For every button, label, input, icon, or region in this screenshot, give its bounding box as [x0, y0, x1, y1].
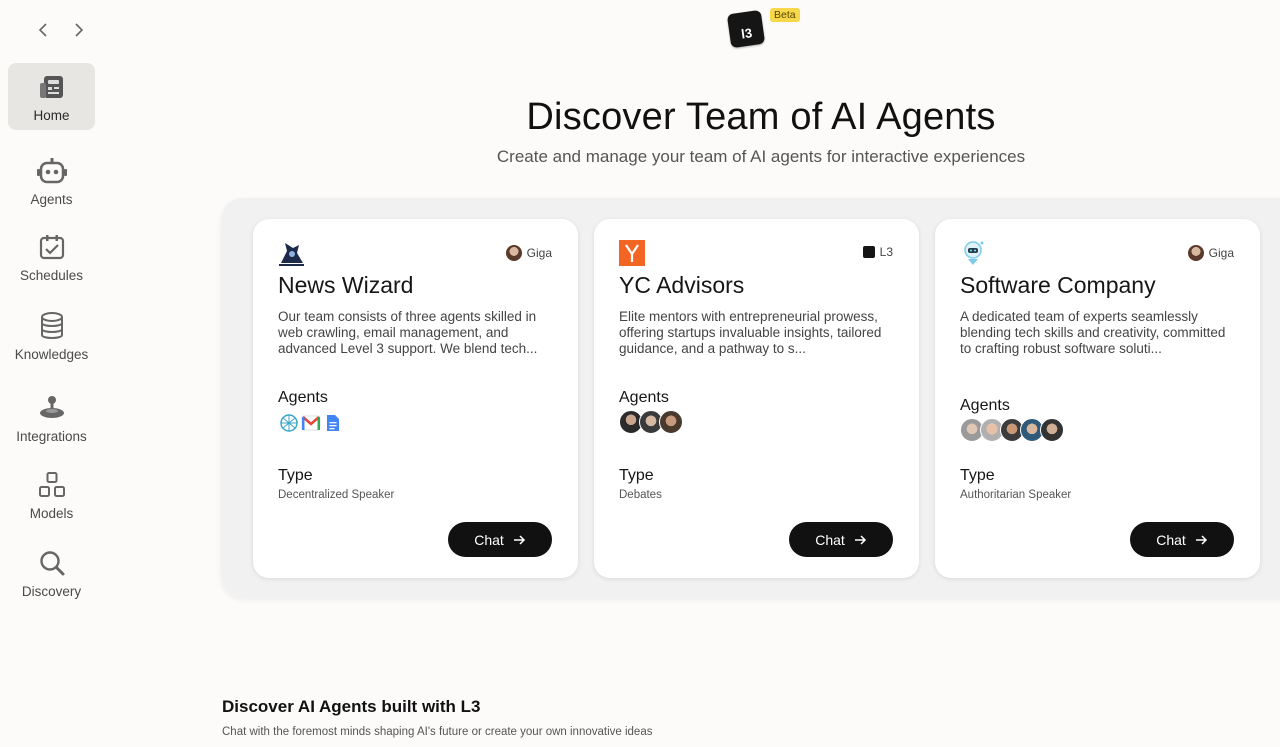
sidebar-item-models[interactable]: Models	[8, 470, 95, 526]
grid-blocks-icon	[37, 470, 67, 500]
type-value: Decentralized Speaker	[278, 489, 395, 501]
l3-logo-icon	[862, 246, 875, 258]
agents-list	[278, 412, 344, 434]
robot-mascot-icon	[959, 239, 987, 267]
sidebar-item-label: Knowledges	[14, 347, 89, 362]
owner-avatar	[1187, 245, 1204, 261]
database-icon	[37, 311, 67, 341]
discover-section-title: Discover AI Agents built with L3	[222, 697, 481, 716]
type-value: Authoritarian Speaker	[960, 489, 1072, 501]
sidebar-item-integrations[interactable]: Integrations	[8, 393, 95, 451]
owner-tag: L3	[862, 245, 893, 259]
chat-label: Chat	[474, 531, 504, 548]
team-name: News Wizard	[278, 272, 414, 298]
history-nav	[34, 18, 88, 42]
forward-arrow-icon[interactable]	[70, 18, 88, 42]
team-card-news-wizard[interactable]: Giga News Wizard Our team consists of th…	[253, 219, 578, 578]
type-label: Type	[619, 467, 654, 484]
owner-name: Giga	[1208, 246, 1234, 260]
team-description: Elite mentors with entrepreneurial prowe…	[619, 309, 882, 356]
chat-label: Chat	[815, 531, 845, 548]
arrow-right-icon	[854, 534, 866, 545]
discover-section-subtitle: Chat with the foremost minds shaping AI'…	[222, 726, 653, 738]
arrow-right-icon	[513, 534, 525, 545]
sidebar-item-discovery[interactable]: Discovery	[8, 548, 95, 606]
app-logo: l3 Beta	[726, 8, 809, 50]
owner-name: Giga	[526, 246, 552, 260]
agent-avatar	[659, 410, 683, 434]
sidebar-item-label: Discovery	[21, 584, 82, 599]
team-description: A dedicated team of experts seamlessly b…	[960, 309, 1226, 356]
google-docs-icon	[322, 412, 344, 434]
gmail-icon	[300, 412, 322, 434]
back-arrow-icon[interactable]	[34, 18, 52, 42]
owner-name: L3	[879, 245, 893, 259]
calendar-check-icon	[37, 232, 67, 262]
agents-label: Agents	[619, 389, 669, 406]
y-combinator-icon	[618, 239, 646, 267]
joystick-icon	[37, 393, 67, 423]
owner-tag: Giga	[505, 245, 552, 261]
team-card-yc-advisors[interactable]: L3 YC Advisors Elite mentors with entrep…	[594, 219, 919, 578]
sidebar-item-label: Integrations	[16, 429, 87, 444]
agents-list	[960, 418, 1064, 442]
type-label: Type	[278, 467, 313, 484]
wizard-icon	[277, 239, 305, 267]
arrow-right-icon	[1195, 534, 1207, 545]
beta-badge: Beta	[770, 8, 800, 22]
team-name: Software Company	[960, 272, 1156, 298]
agents-label: Agents	[960, 397, 1010, 414]
team-card-software-company[interactable]: Giga Software Company A dedicated team o…	[935, 219, 1260, 578]
chat-button[interactable]: Chat	[448, 522, 552, 557]
agents-label: Agents	[278, 389, 328, 406]
type-label: Type	[960, 467, 995, 484]
sidebar-item-label: Models	[29, 506, 74, 521]
agents-list	[619, 410, 683, 434]
owner-tag: Giga	[1187, 245, 1234, 261]
team-description: Our team consists of three agents skille…	[278, 309, 538, 356]
sidebar-item-label: Schedules	[19, 268, 84, 283]
page-title: Discover Team of AI Agents	[526, 96, 996, 138]
l3-logo: l3	[726, 9, 766, 49]
chat-button[interactable]: Chat	[1130, 522, 1234, 557]
sidebar-item-label: Agents	[30, 192, 73, 207]
chat-label: Chat	[1156, 531, 1186, 548]
owner-avatar	[505, 245, 522, 261]
sidebar-item-knowledges[interactable]: Knowledges	[8, 311, 95, 369]
web-crawler-icon	[278, 412, 300, 434]
page-subtitle: Create and manage your team of AI agents…	[496, 147, 1026, 166]
chat-button[interactable]: Chat	[789, 522, 893, 557]
sidebar-item-schedules[interactable]: Schedules	[8, 232, 95, 288]
agent-avatar	[1040, 418, 1064, 442]
type-value: Debates	[619, 489, 662, 501]
team-name: YC Advisors	[619, 272, 745, 298]
search-icon	[37, 548, 67, 578]
